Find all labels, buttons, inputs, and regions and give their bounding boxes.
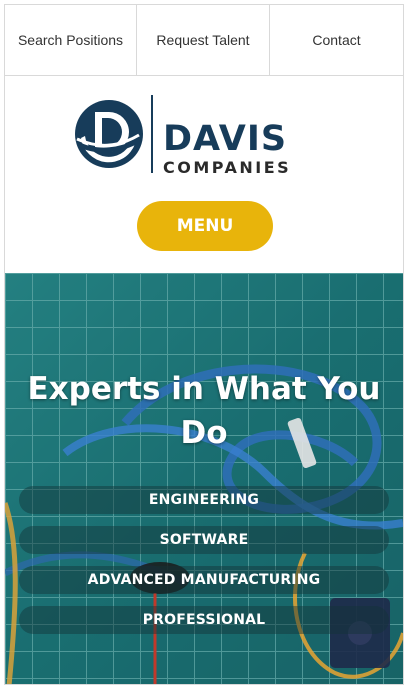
category-software[interactable]: SOFTWARE <box>19 526 389 554</box>
page: Search Positions Request Talent Contact … <box>4 4 404 685</box>
site-logo[interactable]: DAVIS COMPANIES <box>73 95 337 177</box>
menu-button[interactable]: MENU <box>137 201 273 251</box>
nav-request-talent[interactable]: Request Talent <box>137 5 270 75</box>
top-navigation: Search Positions Request Talent Contact <box>5 5 403 76</box>
category-engineering[interactable]: ENGINEERING <box>19 486 389 514</box>
logo-brand-subtitle: COMPANIES <box>163 158 292 177</box>
category-professional[interactable]: PROFESSIONAL <box>19 606 389 634</box>
nav-contact[interactable]: Contact <box>270 5 403 75</box>
logo-mark-icon <box>75 100 143 168</box>
nav-search-positions[interactable]: Search Positions <box>5 5 137 75</box>
hero-section: Experts in What You Do ENGINEERING SOFTW… <box>5 273 403 684</box>
logo-brand-name: DAVIS <box>163 119 288 159</box>
hero-title: Experts in What You Do <box>27 371 381 451</box>
category-advanced-manufacturing[interactable]: ADVANCED MANUFACTURING <box>19 566 389 594</box>
site-header: DAVIS COMPANIES MENU <box>5 76 403 272</box>
logo-divider <box>151 95 153 173</box>
